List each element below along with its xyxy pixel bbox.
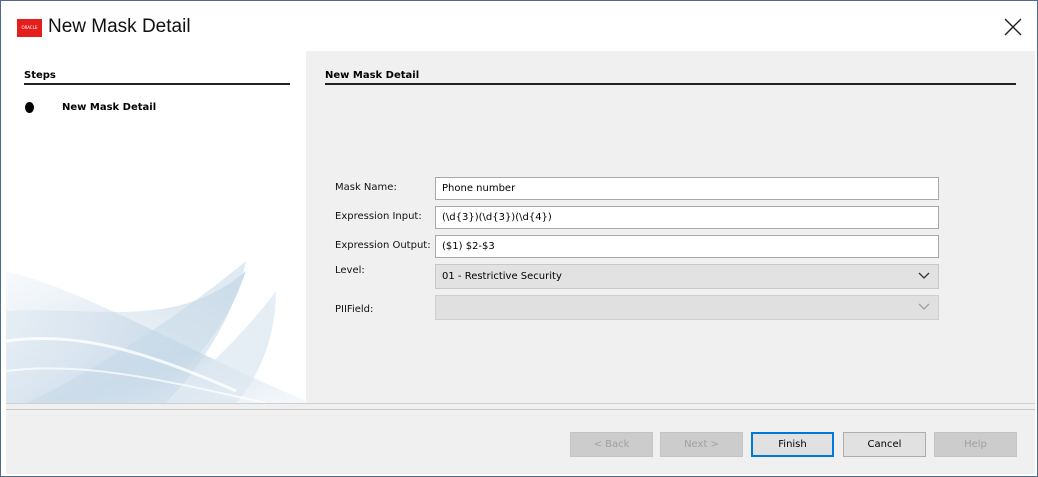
cancel-button[interactable]: Cancel	[843, 432, 926, 457]
chevron-down-icon	[918, 272, 930, 279]
steps-header: Steps	[24, 70, 56, 81]
steps-divider	[24, 83, 290, 85]
expression-output-label: Expression Output:	[335, 240, 431, 251]
mask-name-input[interactable]: Phone number	[435, 177, 939, 200]
button-bar: < Back Next > Finish Cancel Help	[6, 403, 1035, 474]
pii-field-label: PIIField:	[335, 304, 374, 315]
pii-field-select[interactable]	[435, 295, 939, 320]
window-title: New Mask Detail	[48, 16, 191, 37]
form-pane: New Mask Detail Mask Name: Phone number …	[306, 51, 1035, 403]
next-button[interactable]: Next >	[660, 432, 743, 457]
oracle-logo-icon: ORACLE	[17, 19, 42, 37]
help-button[interactable]: Help	[934, 432, 1017, 457]
decorative-swoosh-graphic	[6, 261, 306, 403]
close-button[interactable]	[999, 13, 1027, 41]
level-select[interactable]: 01 - Restrictive Security	[435, 264, 939, 289]
finish-button[interactable]: Finish	[751, 432, 834, 457]
title-bar: ORACLE New Mask Detail	[1, 1, 1037, 51]
level-selected-value: 01 - Restrictive Security	[442, 271, 562, 282]
mask-name-label: Mask Name:	[335, 182, 397, 193]
expression-output-field[interactable]: ($1) $2-$3	[435, 235, 939, 258]
button-bar-divider	[6, 409, 1035, 410]
current-step-bullet-icon	[25, 102, 34, 113]
close-icon	[1004, 18, 1022, 36]
level-label: Level:	[335, 265, 365, 276]
steps-pane: Steps New Mask Detail	[6, 51, 306, 403]
chevron-down-icon	[918, 303, 930, 310]
section-divider	[325, 83, 1016, 85]
expression-input-label: Expression Input:	[335, 211, 422, 222]
dialog-window: ORACLE New Mask Detail Steps New Mask De…	[0, 0, 1038, 477]
expression-input-field[interactable]: (\d{3})(\d{3})(\d{4})	[435, 206, 939, 229]
step-item-new-mask-detail[interactable]: New Mask Detail	[62, 102, 156, 113]
back-button[interactable]: < Back	[570, 432, 653, 457]
section-title: New Mask Detail	[325, 70, 420, 81]
